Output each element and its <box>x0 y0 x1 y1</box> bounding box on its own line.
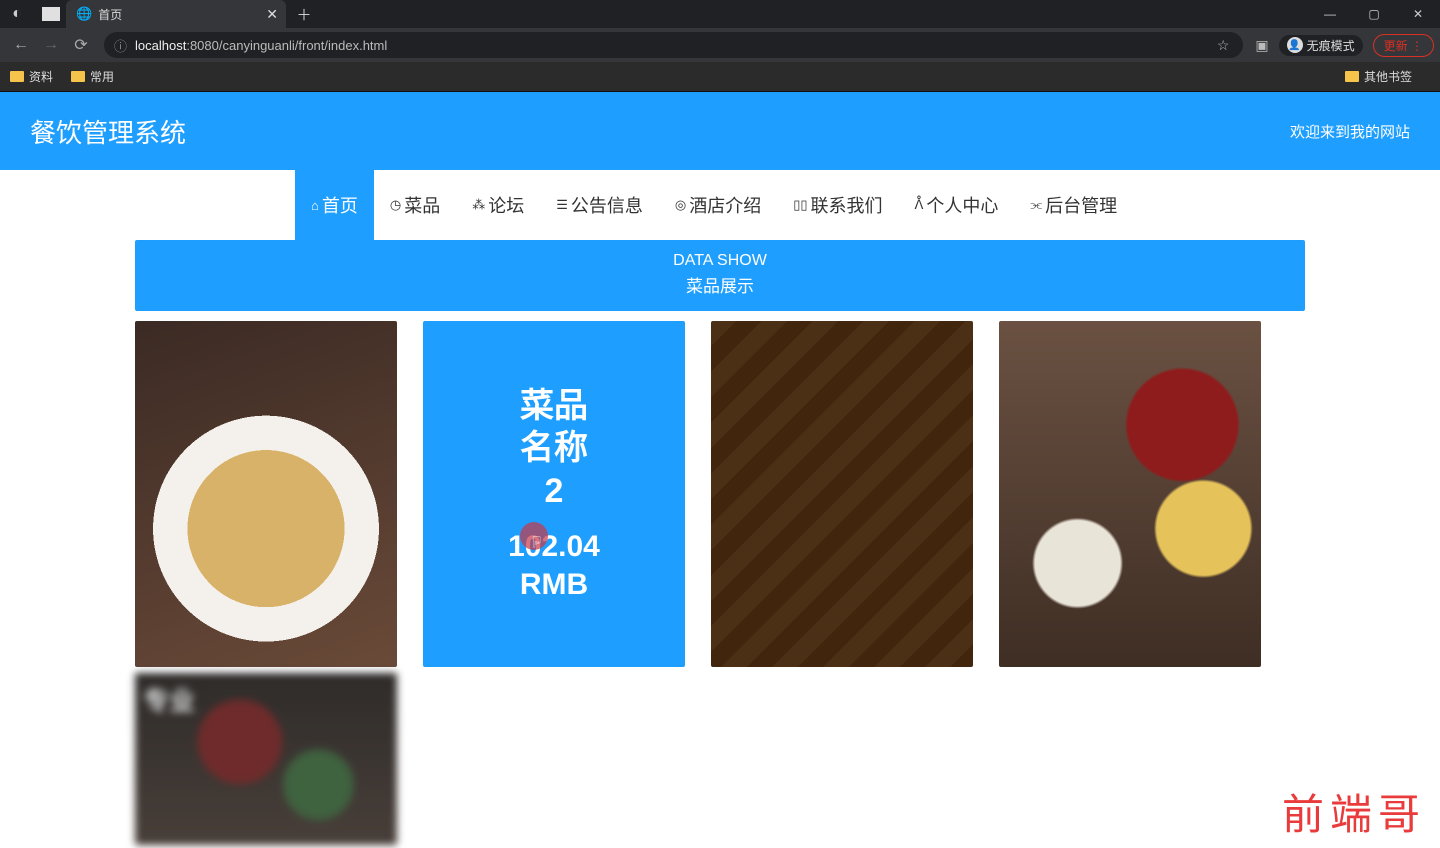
dish-overlay-text: 专业 <box>143 681 195 718</box>
forward-button[interactable]: → <box>36 30 66 60</box>
forum-icon: ⁂ <box>472 197 485 213</box>
tab-title: 首页 <box>98 6 122 23</box>
close-icon[interactable]: ✕ <box>266 6 278 23</box>
address-bar[interactable]: ⓘ localhost:8080/canyinguanli/front/inde… <box>104 32 1243 58</box>
extensions-icon[interactable]: ▣ <box>1251 37 1272 54</box>
incognito-badge: 👤 无痕模式 <box>1279 35 1363 56</box>
update-button[interactable]: 更新 ⋮ <box>1373 34 1434 57</box>
nav-forum[interactable]: ⁂论坛 <box>456 170 540 240</box>
dish-icon: ◷ <box>390 197 401 213</box>
new-tab-button[interactable]: ＋ <box>292 2 316 26</box>
bookmarks-bar: 资料 常用 其他书签 <box>0 62 1440 92</box>
browser-tab[interactable]: 🌐 首页 ✕ <box>66 0 286 28</box>
window-close-button[interactable]: ✕ <box>1396 0 1440 28</box>
dish-card[interactable]: 专业 <box>135 673 397 845</box>
folder-icon <box>71 71 85 82</box>
dish-name: 菜品 名称 2 <box>520 385 588 513</box>
dish-card-row: 菜品 名称 2 102.04 RMB <box>135 321 1305 667</box>
site-title: 餐饮管理系统 <box>30 113 186 150</box>
contact-icon: ▯▯ <box>793 197 807 213</box>
nav-dishes[interactable]: ◷菜品 <box>374 170 456 240</box>
notice-icon: ☰ <box>556 197 568 213</box>
banner-en: DATA SHOW <box>135 252 1305 270</box>
dish-card[interactable] <box>135 321 397 667</box>
browser-tab-strip: ◐ 🌐 首页 ✕ ＋ — ▢ ✕ <box>0 0 1440 28</box>
link-icon: ⫘ <box>1030 197 1042 213</box>
tab-thumbnail-icon[interactable] <box>42 7 60 21</box>
section-banner: DATA SHOW 菜品展示 <box>135 240 1305 311</box>
bookmark-item[interactable]: 资料 <box>10 68 53 85</box>
folder-icon <box>10 71 24 82</box>
home-icon: ⌂ <box>311 198 319 213</box>
nav-contact[interactable]: ▯▯联系我们 <box>777 170 898 240</box>
nav-notice[interactable]: ☰公告信息 <box>540 170 659 240</box>
nav-hotel[interactable]: ◎酒店介绍 <box>659 170 777 240</box>
dish-card[interactable] <box>711 321 973 667</box>
cursor-indicator <box>520 522 548 550</box>
nav-home[interactable]: ⌂首页 <box>295 170 374 240</box>
minimize-button[interactable]: — <box>1308 0 1352 28</box>
watermark: 前端哥 <box>1282 781 1426 842</box>
globe-icon: 🌐 <box>76 6 92 22</box>
site-info-icon[interactable]: ⓘ <box>114 36 127 55</box>
dish-card[interactable] <box>999 321 1261 667</box>
app-icon: ◐ <box>4 1 30 27</box>
user-icon: ᐰ <box>915 197 924 213</box>
other-bookmarks[interactable]: 其他书签 <box>1345 68 1412 85</box>
bookmark-star-icon[interactable]: ☆ <box>1213 37 1234 54</box>
nav-profile[interactable]: ᐰ个人中心 <box>899 170 1015 240</box>
main-nav: ⌂首页 ◷菜品 ⁂论坛 ☰公告信息 ◎酒店介绍 ▯▯联系我们 ᐰ个人中心 ⫘后台… <box>0 170 1440 240</box>
incognito-icon: 👤 <box>1287 37 1303 53</box>
url-text: localhost:8080/canyinguanli/front/index.… <box>135 38 387 53</box>
reload-button[interactable]: ⟳ <box>66 30 96 60</box>
welcome-text: 欢迎来到我的网站 <box>1290 121 1410 142</box>
browser-toolbar: ← → ⟳ ⓘ localhost:8080/canyinguanli/fron… <box>0 28 1440 62</box>
dish-card-hover[interactable]: 菜品 名称 2 102.04 RMB <box>423 321 685 667</box>
back-button[interactable]: ← <box>6 30 36 60</box>
site-header: 餐饮管理系统 欢迎来到我的网站 <box>0 92 1440 170</box>
bookmark-item[interactable]: 常用 <box>71 68 114 85</box>
incognito-label: 无痕模式 <box>1307 37 1355 54</box>
nav-admin[interactable]: ⫘后台管理 <box>1014 170 1133 240</box>
banner-cn: 菜品展示 <box>135 272 1305 297</box>
page-viewport: 餐饮管理系统 欢迎来到我的网站 ⌂首页 ◷菜品 ⁂论坛 ☰公告信息 ◎酒店介绍 … <box>0 92 1440 848</box>
folder-icon <box>1345 71 1359 82</box>
hotel-icon: ◎ <box>675 197 686 213</box>
maximize-button[interactable]: ▢ <box>1352 0 1396 28</box>
